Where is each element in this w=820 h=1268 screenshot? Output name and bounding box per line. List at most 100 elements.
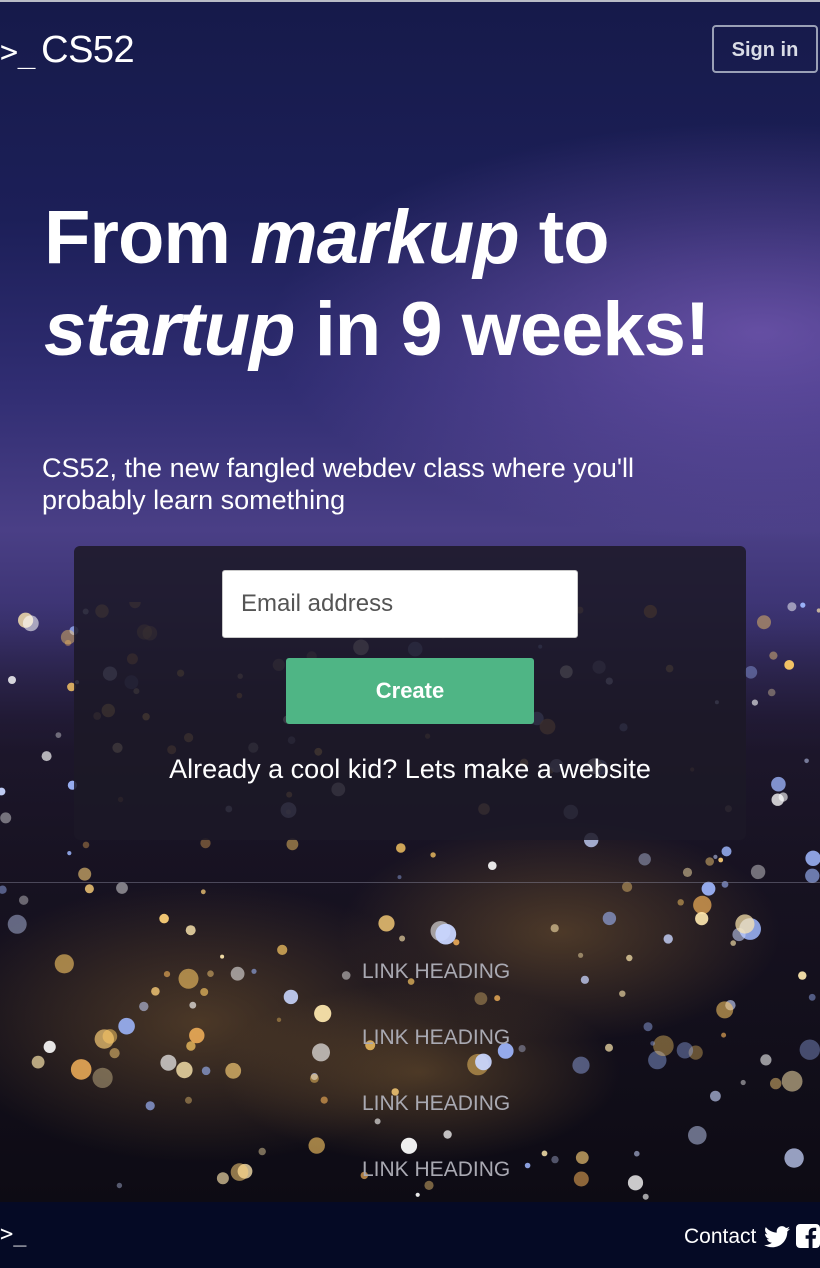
bokeh-light (805, 868, 820, 883)
section-divider (0, 882, 820, 883)
bokeh-light (145, 1101, 155, 1111)
bokeh-light (116, 882, 128, 894)
bokeh-light (258, 1147, 266, 1156)
twitter-icon[interactable] (764, 1226, 790, 1248)
already-cool-kid-link[interactable]: Already a cool kid? Lets make a website (74, 752, 746, 786)
bokeh-light (716, 1001, 734, 1019)
bokeh-light (751, 699, 759, 706)
bokeh-light (201, 1066, 211, 1076)
bokeh-light (771, 776, 786, 792)
footer-terminal-prompt-icon[interactable]: >_ (0, 1222, 27, 1248)
hero-headline: From markup to startup in 9 weeks! (44, 192, 814, 376)
bokeh-light (116, 1182, 123, 1189)
email-input[interactable] (222, 570, 578, 638)
bokeh-light (55, 732, 62, 738)
sign-in-button[interactable]: Sign in (712, 25, 818, 73)
bokeh-light (185, 925, 196, 936)
bokeh-light (109, 1048, 120, 1059)
bokeh-light (804, 758, 809, 764)
bokeh-light (710, 1090, 721, 1102)
bokeh-light (770, 1077, 782, 1090)
bokeh-light (808, 993, 816, 1001)
bokeh-light (84, 884, 94, 894)
bokeh-light (399, 935, 406, 942)
bokeh-light (139, 1001, 149, 1012)
bokeh-light (41, 751, 52, 762)
bokeh-light (185, 1096, 192, 1104)
logo-text: CS52 (41, 29, 135, 71)
link-heading-2[interactable]: LINK HEADING (362, 1022, 662, 1088)
bokeh-light (757, 615, 771, 630)
bokeh-light (622, 881, 633, 892)
signup-panel: Create Already a cool kid? Lets make a w… (74, 546, 746, 840)
bokeh-light (163, 971, 171, 978)
bokeh-light (312, 1043, 330, 1062)
bokeh-light (189, 1001, 197, 1009)
bokeh-light (189, 1027, 205, 1044)
bokeh-light (767, 688, 776, 697)
facebook-icon[interactable] (796, 1224, 820, 1248)
bokeh-light (276, 1017, 282, 1022)
hero-section: >_ CS52 Sign in From markup to startup in… (0, 0, 820, 1202)
bokeh-light (693, 895, 712, 915)
bokeh-light (800, 602, 806, 608)
bokeh-light (488, 861, 497, 870)
bokeh-light (43, 1040, 56, 1053)
link-heading-list: LINK HEADING LINK HEADING LINK HEADING L… (362, 956, 662, 1202)
bokeh-light (396, 843, 406, 853)
bokeh-light (769, 651, 778, 660)
bokeh-light (159, 913, 169, 924)
link-heading-3[interactable]: LINK HEADING (362, 1088, 662, 1154)
bokeh-light (799, 1039, 820, 1060)
headline-part: to (518, 195, 610, 280)
bokeh-light (378, 915, 395, 932)
bokeh-light (781, 1070, 803, 1092)
headline-part: From (44, 195, 251, 280)
create-button[interactable]: Create (286, 658, 534, 724)
bokeh-light (31, 1055, 45, 1069)
bokeh-light (54, 954, 74, 974)
link-heading-1[interactable]: LINK HEADING (362, 956, 662, 1022)
bokeh-light (760, 1054, 772, 1066)
headline-emphasis: startup (44, 287, 296, 372)
site-logo[interactable]: >_ CS52 (0, 29, 135, 73)
bokeh-light (688, 1126, 707, 1145)
bokeh-light (216, 1172, 229, 1185)
bokeh-light (771, 793, 784, 806)
bokeh-light (67, 851, 72, 856)
bokeh-light (251, 968, 257, 974)
bokeh-light (151, 987, 160, 996)
bokeh-light (309, 1073, 319, 1083)
terminal-prompt-icon: >_ (0, 35, 36, 70)
bokeh-light (8, 676, 16, 684)
bokeh-light (695, 912, 709, 926)
bokeh-light (82, 841, 90, 849)
bokeh-light (200, 889, 206, 895)
bokeh-light (721, 846, 732, 857)
bokeh-light (638, 853, 651, 866)
bokeh-light (730, 940, 736, 946)
bokeh-light (677, 899, 684, 906)
bokeh-light (207, 970, 214, 977)
bokeh-light (341, 971, 351, 980)
bokeh-light (78, 867, 92, 881)
bokeh-light (735, 914, 755, 934)
bokeh-light (397, 875, 402, 880)
bokeh-light (230, 1163, 249, 1181)
link-heading-4[interactable]: LINK HEADING (362, 1154, 662, 1202)
bokeh-light (784, 660, 795, 670)
bokeh-light (784, 1148, 804, 1168)
bokeh-light (70, 1059, 92, 1080)
bokeh-light (308, 1137, 325, 1154)
bokeh-light (7, 914, 27, 934)
bokeh-light (314, 1004, 332, 1023)
bokeh-light (160, 1054, 177, 1071)
bokeh-light (220, 954, 225, 959)
bokeh-light (286, 838, 299, 851)
contact-link[interactable]: Contact (684, 1224, 756, 1250)
bokeh-light (320, 1096, 328, 1104)
bokeh-light (430, 852, 436, 858)
bokeh-light (230, 966, 245, 981)
site-footer: >_ Contact (0, 1202, 820, 1268)
bokeh-light (435, 923, 457, 945)
